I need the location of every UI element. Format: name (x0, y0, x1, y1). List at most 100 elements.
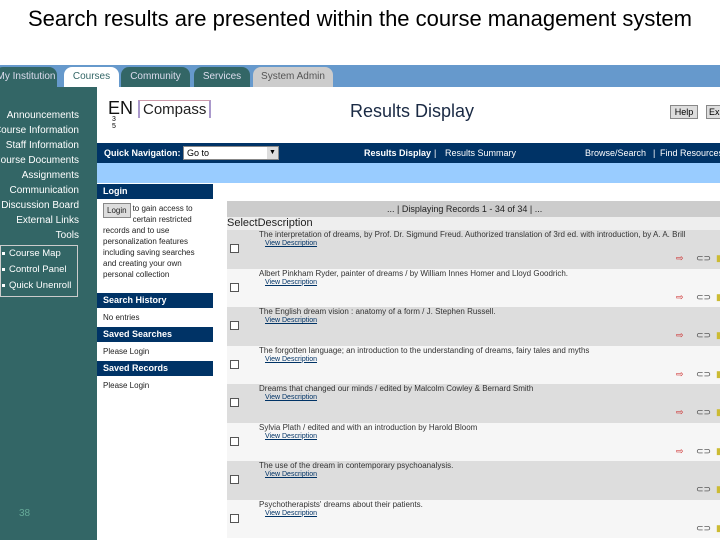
link-icon[interactable]: ⊂⊃ (696, 292, 711, 303)
folder-icon[interactable]: ▮ (716, 407, 720, 418)
result-row: Sylvia Plath / edited and with an introd… (227, 422, 720, 461)
select-checkbox[interactable] (230, 359, 239, 369)
result-title[interactable]: Sylvia Plath / edited and with an introd… (259, 423, 477, 432)
sidebar-item-external-links[interactable]: External Links (16, 215, 79, 226)
tab-services[interactable]: Services (194, 67, 250, 87)
results-summary-link[interactable]: Results Summary (445, 143, 516, 163)
folder-icon[interactable]: ▮ (716, 484, 720, 495)
quick-unenroll-link[interactable]: Quick Unenroll (1, 278, 77, 294)
tools-box: Course Map Control Panel Quick Unenroll (0, 245, 78, 297)
navigation-bar: Quick Navigation: Go to ▼ Results Display… (97, 143, 720, 163)
login-heading: Login (97, 184, 213, 199)
result-title[interactable]: The use of the dream in contemporary psy… (259, 461, 453, 470)
folder-icon[interactable]: ▮ (716, 253, 720, 264)
find-resources-link[interactable]: Find Resources (660, 143, 720, 163)
result-row: The use of the dream in contemporary psy… (227, 461, 720, 500)
view-description-link[interactable]: View Description (265, 510, 317, 517)
select-checkbox[interactable] (230, 282, 239, 292)
results-table: ... | Displaying Records 1 - 34 of 34 | … (227, 201, 720, 538)
result-row: The English dream vision : anatomy of a … (227, 307, 720, 346)
description-column-header: Description (257, 217, 313, 229)
tab-community[interactable]: Community (121, 67, 190, 87)
sidebar-item-discussion-board[interactable]: Discussion Board (1, 200, 79, 211)
records-status: ... | Displaying Records 1 - 34 of 34 | … (227, 201, 720, 217)
view-description-link[interactable]: View Description (265, 317, 317, 324)
tab-bar: My Institution Courses Community Service… (0, 65, 720, 87)
help-button[interactable]: Help (670, 105, 698, 119)
control-panel-link[interactable]: Control Panel (1, 262, 77, 278)
logo-name: Compass (138, 100, 212, 118)
sidebar-item-announcements[interactable]: Announcements (7, 110, 79, 121)
sidebar-item-course-documents[interactable]: Course Documents (0, 155, 79, 166)
result-title[interactable]: Dreams that changed our minds / edited b… (259, 384, 533, 393)
tab-system-admin[interactable]: System Admin (253, 67, 333, 87)
sidebar-item-communication[interactable]: Communication (10, 185, 79, 196)
select-checkbox[interactable] (230, 321, 239, 330)
view-description-link[interactable]: View Description (265, 240, 317, 247)
quick-nav-label: Quick Navigation: (104, 148, 181, 158)
export-icon[interactable]: ⇨ (676, 253, 684, 264)
result-title[interactable]: The interpretation of dreams, by Prof. D… (259, 230, 685, 239)
link-icon[interactable]: ⊂⊃ (696, 484, 711, 495)
result-row: The interpretation of dreams, by Prof. D… (227, 230, 720, 269)
view-description-link[interactable]: View Description (265, 394, 317, 401)
view-description-link[interactable]: View Description (265, 471, 317, 478)
info-bar (97, 163, 720, 183)
view-description-link[interactable]: View Description (265, 433, 317, 440)
select-checkbox[interactable] (230, 398, 239, 407)
link-icon[interactable]: ⊂⊃ (696, 446, 711, 457)
select-checkbox[interactable] (230, 244, 239, 253)
slide-number: 38 (19, 508, 31, 519)
result-row: Albert Pinkham Ryder, painter of dreams … (227, 268, 720, 307)
saved-records-text: Please Login (103, 381, 150, 390)
folder-icon[interactable]: ▮ (716, 292, 720, 303)
tab-my-institution[interactable]: My Institution (0, 67, 57, 87)
course-map-link[interactable]: Course Map (1, 246, 77, 262)
result-title[interactable]: The English dream vision : anatomy of a … (259, 307, 496, 316)
link-icon[interactable]: ⊂⊃ (696, 407, 711, 418)
sidebar-item-course-information[interactable]: Course Information (0, 125, 79, 136)
course-sidebar: Announcements Course Information Staff I… (0, 87, 97, 540)
saved-searches-text: Please Login (103, 347, 150, 356)
result-row: The forgotten language; an introduction … (227, 345, 720, 384)
logo-number: 3 5 (112, 116, 116, 130)
folder-icon[interactable]: ▮ (716, 330, 720, 341)
export-icon[interactable]: ⇨ (676, 407, 684, 418)
link-icon[interactable]: ⊂⊃ (696, 523, 711, 534)
select-checkbox[interactable] (230, 513, 239, 523)
search-history-text: No entries (103, 313, 140, 322)
search-history-heading: Search History (97, 293, 213, 308)
folder-icon[interactable]: ▮ (716, 446, 720, 457)
saved-searches-heading: Saved Searches (97, 327, 213, 342)
export-icon[interactable]: ⇨ (676, 446, 684, 457)
export-icon[interactable]: ⇨ (676, 369, 684, 380)
view-description-link[interactable]: View Description (265, 356, 317, 363)
sidebar-item-tools[interactable]: Tools (56, 230, 79, 241)
result-title[interactable]: The forgotten language; an introduction … (259, 346, 589, 355)
link-icon[interactable]: ⊂⊃ (696, 330, 711, 341)
select-checkbox[interactable] (230, 475, 239, 484)
tab-courses[interactable]: Courses (64, 67, 119, 87)
link-icon[interactable]: ⊂⊃ (696, 253, 711, 264)
select-column-header: Select (227, 217, 258, 229)
sidebar-item-assignments[interactable]: Assignments (22, 170, 79, 181)
login-button[interactable]: Login (103, 203, 131, 218)
quick-nav-value: Go to (187, 148, 210, 158)
quick-nav-select[interactable]: Go to ▼ (183, 146, 279, 160)
saved-records-heading: Saved Records (97, 361, 213, 376)
page-title: Results Display (350, 101, 475, 121)
chevron-down-icon: ▼ (267, 147, 278, 159)
folder-icon[interactable]: ▮ (716, 523, 720, 534)
result-title[interactable]: Psychotherapists' dreams about their pat… (259, 500, 423, 509)
exit-button[interactable]: Exit (706, 105, 720, 119)
browse-search-link[interactable]: Browse/Search (585, 143, 646, 163)
result-title[interactable]: Albert Pinkham Ryder, painter of dreams … (259, 269, 568, 278)
link-icon[interactable]: ⊂⊃ (696, 369, 711, 380)
select-checkbox[interactable] (230, 436, 239, 446)
folder-icon[interactable]: ▮ (716, 369, 720, 380)
export-icon[interactable]: ⇨ (676, 292, 684, 303)
sidebar-item-staff-information[interactable]: Staff Information (6, 140, 79, 151)
result-row: Psychotherapists' dreams about their pat… (227, 499, 720, 538)
export-icon[interactable]: ⇨ (676, 330, 684, 341)
view-description-link[interactable]: View Description (265, 279, 317, 286)
